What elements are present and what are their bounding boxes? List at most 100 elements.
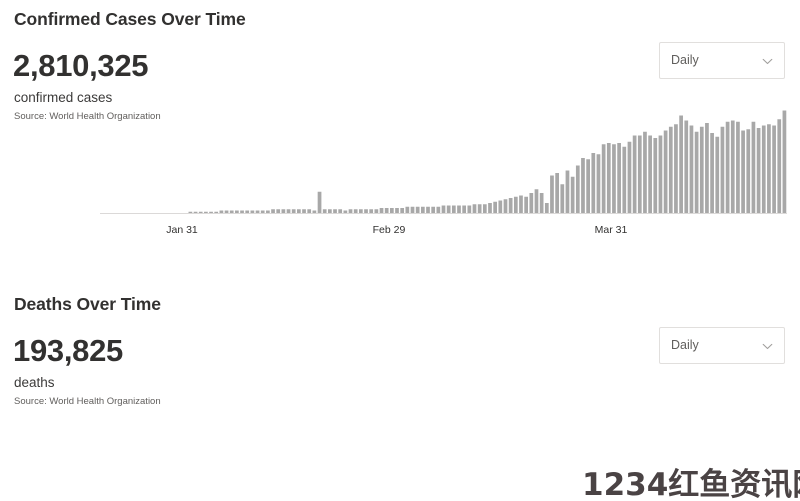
chart-bar[interactable] xyxy=(767,124,771,213)
chart-bar[interactable] xyxy=(477,204,482,213)
chart-bar[interactable] xyxy=(684,120,689,214)
cases-aggregation-dropdown[interactable]: Daily xyxy=(659,42,785,79)
chart-bar[interactable] xyxy=(534,189,539,213)
chart-bar[interactable] xyxy=(617,143,621,213)
chart-bar[interactable] xyxy=(746,129,751,213)
chart-bar[interactable] xyxy=(529,193,534,213)
chart-bar[interactable] xyxy=(575,165,580,214)
chart-bar[interactable] xyxy=(663,130,668,214)
chart-bar[interactable] xyxy=(472,204,477,213)
chart-bar[interactable] xyxy=(333,209,337,213)
chart-bar[interactable] xyxy=(498,200,503,214)
chart-bar[interactable] xyxy=(725,121,730,213)
chart-bar[interactable] xyxy=(555,173,559,213)
chart-bar[interactable] xyxy=(622,146,627,213)
chart-bar[interactable] xyxy=(591,153,596,213)
chart-bar[interactable] xyxy=(358,209,363,213)
chart-bar[interactable] xyxy=(266,210,270,214)
chart-bar[interactable] xyxy=(565,170,570,214)
chart-bar[interactable] xyxy=(648,135,652,214)
chart-bar[interactable] xyxy=(720,126,725,213)
chart-bar[interactable] xyxy=(322,209,327,213)
chart-bar[interactable] xyxy=(777,119,782,213)
chart-bar[interactable] xyxy=(560,184,565,213)
chart-bar[interactable] xyxy=(441,205,446,214)
chart-bar[interactable] xyxy=(271,209,275,213)
chart-bar[interactable] xyxy=(457,205,461,214)
chart-bar[interactable] xyxy=(493,201,498,213)
chart-bar[interactable] xyxy=(668,126,673,213)
chart-bar[interactable] xyxy=(374,209,379,213)
chart-bar[interactable] xyxy=(245,210,250,214)
chart-bar[interactable] xyxy=(679,115,683,214)
chart-bar[interactable] xyxy=(204,211,208,213)
chart-bar[interactable] xyxy=(544,203,549,213)
chart-bar[interactable] xyxy=(286,209,291,213)
chart-bar[interactable] xyxy=(389,208,394,213)
chart-bar[interactable] xyxy=(601,144,606,213)
chart-bar[interactable] xyxy=(674,124,678,213)
chart-bar[interactable] xyxy=(570,176,575,213)
chart-bar[interactable] xyxy=(446,205,451,214)
chart-bar[interactable] xyxy=(400,208,405,213)
chart-bar[interactable] xyxy=(741,130,745,214)
chart-bar[interactable] xyxy=(612,144,616,213)
chart-bar[interactable] xyxy=(643,131,647,213)
chart-bar[interactable] xyxy=(235,210,239,214)
chart-bar[interactable] xyxy=(606,143,611,213)
chart-bar[interactable] xyxy=(348,209,353,213)
chart-bar[interactable] xyxy=(632,135,637,214)
chart-bar[interactable] xyxy=(209,211,213,213)
chart-bar[interactable] xyxy=(420,206,425,213)
chart-bar[interactable] xyxy=(689,125,694,214)
chart-bar[interactable] xyxy=(297,209,301,213)
chart-bar[interactable] xyxy=(312,210,317,214)
chart-bar[interactable] xyxy=(219,210,224,214)
chart-bar[interactable] xyxy=(581,158,585,213)
chart-bar[interactable] xyxy=(302,209,306,213)
chart-bar[interactable] xyxy=(395,208,399,213)
chart-bar[interactable] xyxy=(405,206,410,213)
chart-bar[interactable] xyxy=(276,209,281,213)
chart-bar[interactable] xyxy=(482,204,487,213)
chart-bar[interactable] xyxy=(772,125,776,214)
chart-bar[interactable] xyxy=(503,199,508,213)
chart-bar[interactable] xyxy=(260,210,265,214)
chart-bar[interactable] xyxy=(462,205,467,214)
chart-bar[interactable] xyxy=(353,209,358,213)
chart-bar[interactable] xyxy=(519,195,523,214)
chart-bar[interactable] xyxy=(586,159,590,213)
chart-bar[interactable] xyxy=(761,125,766,214)
chart-bar[interactable] xyxy=(229,210,234,214)
chart-bar[interactable] xyxy=(524,196,529,213)
chart-bar[interactable] xyxy=(513,196,518,213)
chart-bar[interactable] xyxy=(751,121,756,213)
chart-bar[interactable] xyxy=(384,208,389,213)
chart-bar[interactable] xyxy=(307,209,312,213)
chart-bar[interactable] xyxy=(705,123,709,213)
chart-bar[interactable] xyxy=(736,121,740,213)
chart-bar[interactable] xyxy=(550,175,554,214)
chart-bar[interactable] xyxy=(730,120,735,214)
chart-bar[interactable] xyxy=(410,206,415,213)
chart-bar[interactable] xyxy=(694,131,699,213)
chart-bar[interactable] xyxy=(658,135,663,214)
chart-bar[interactable] xyxy=(467,205,472,214)
chart-bar[interactable] xyxy=(415,206,420,213)
chart-bar[interactable] xyxy=(508,198,513,213)
chart-bar[interactable] xyxy=(188,211,193,213)
chart-bar[interactable] xyxy=(281,209,286,213)
chart-bar[interactable] xyxy=(193,211,198,213)
chart-bar[interactable] xyxy=(782,110,787,214)
chart-bar[interactable] xyxy=(343,210,348,214)
chart-bar[interactable] xyxy=(710,133,714,213)
chart-bar[interactable] xyxy=(431,206,436,213)
chart-bar[interactable] xyxy=(338,209,343,213)
chart-bar[interactable] xyxy=(317,191,322,213)
chart-bar[interactable] xyxy=(653,138,658,213)
chart-bar[interactable] xyxy=(291,209,296,213)
deaths-aggregation-dropdown[interactable]: Daily xyxy=(659,327,785,364)
chart-bar[interactable] xyxy=(328,209,332,213)
chart-bar[interactable] xyxy=(715,136,720,213)
chart-bar[interactable] xyxy=(637,135,642,214)
